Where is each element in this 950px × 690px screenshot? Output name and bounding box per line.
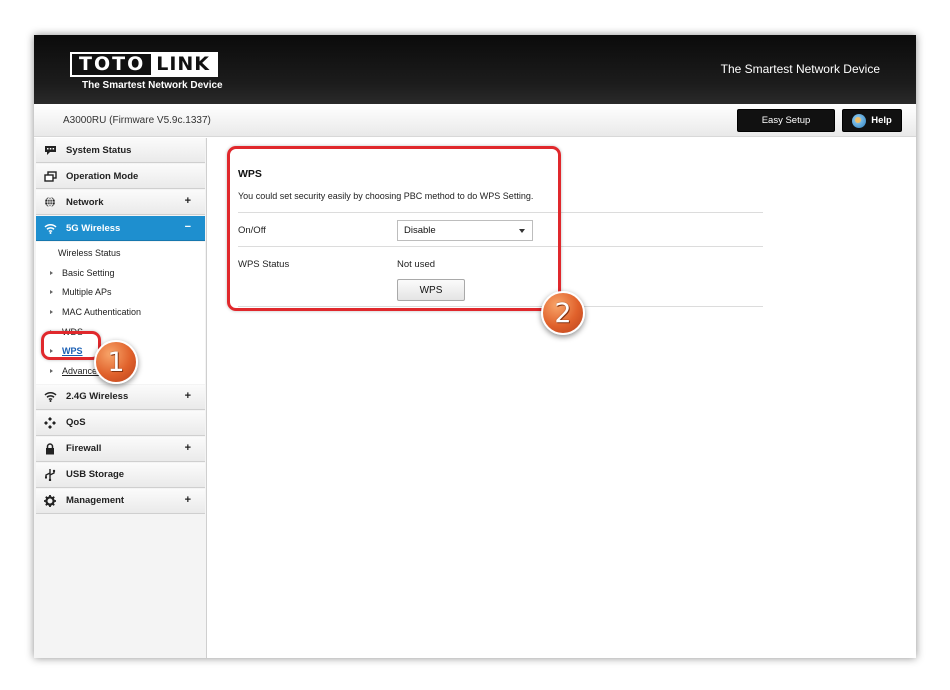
dropdown-arrow-icon	[519, 229, 525, 233]
header-slogan: The Smartest Network Device	[720, 62, 880, 76]
onoff-label: On/Off	[238, 225, 266, 236]
sidebar-item-qos[interactable]: QoS	[36, 410, 205, 436]
lock-icon	[43, 443, 57, 455]
submenu-item-label: Wireless Status	[58, 247, 121, 258]
step-badge-1: 1	[94, 340, 138, 384]
main-content: WPS You could set security easily by cho…	[208, 138, 916, 658]
sidebar-item-label: Management	[66, 495, 125, 507]
logo-tagline: The Smartest Network Device	[82, 80, 223, 91]
logo-text-left: TOTO	[79, 53, 146, 75]
sidebar-item-label: USB Storage	[66, 469, 125, 481]
step-badge-2: 2	[541, 291, 585, 335]
globe-icon	[43, 196, 57, 208]
wifi-icon	[43, 391, 57, 403]
divider	[238, 246, 763, 247]
sidebar-item-usb-storage[interactable]: USB Storage	[36, 462, 205, 488]
submenu-item-wds[interactable]: WDS	[36, 322, 205, 342]
bullet-arrow-icon	[50, 290, 53, 295]
page-description: You could set security easily by choosin…	[238, 191, 534, 201]
bullet-arrow-icon	[50, 369, 53, 374]
totolink-logo: TOTO LINK The Smartest Network Device	[70, 52, 223, 91]
easy-setup-button[interactable]: Easy Setup	[737, 109, 835, 132]
submenu-item-label: WDS	[62, 326, 83, 337]
submenu-item-mac-authentication[interactable]: MAC Authentication	[36, 302, 205, 322]
gear-icon	[43, 494, 57, 507]
wps-status-label: WPS Status	[238, 259, 290, 270]
wps-button[interactable]: WPS	[397, 279, 465, 301]
help-button[interactable]: Help	[842, 109, 902, 132]
sidebar-item-management[interactable]: Management +	[36, 488, 205, 514]
info-bar: A3000RU (Firmware V5.9c.1337) Easy Setup…	[34, 104, 916, 137]
sidebar-item-label: QoS	[66, 417, 86, 429]
sidebar-item-label: Operation Mode	[66, 170, 139, 182]
submenu-item-basic-setting[interactable]: Basic Setting	[36, 263, 205, 283]
qos-icon	[43, 416, 57, 429]
submenu-item-label: Basic Setting	[62, 267, 115, 278]
sidebar-item-2-4g-wireless[interactable]: 2.4G Wireless +	[36, 384, 205, 410]
windows-icon	[43, 170, 57, 182]
bullet-arrow-icon	[50, 270, 53, 275]
help-button-label: Help	[871, 115, 892, 126]
help-icon	[852, 113, 867, 128]
collapse-icon: −	[184, 221, 191, 233]
sidebar-item-5g-wireless[interactable]: 5G Wireless −	[36, 216, 205, 241]
sidebar-item-network[interactable]: Network +	[36, 190, 205, 215]
wps-status-value: Not used	[397, 259, 436, 270]
submenu-item-multiple-aps[interactable]: Multiple APs	[36, 282, 205, 302]
submenu-item-label: MAC Authentication	[62, 306, 142, 317]
sidebar-item-label: System Status	[66, 144, 132, 156]
firmware-label: A3000RU (Firmware V5.9c.1337)	[63, 115, 211, 126]
divider	[238, 306, 763, 307]
expand-icon: +	[184, 389, 191, 402]
submenu-item-label: Multiple APs	[62, 287, 112, 298]
submenu-item-wireless-status[interactable]: Wireless Status	[36, 243, 205, 263]
expand-icon: +	[184, 441, 191, 454]
sidebar-item-label: Network	[66, 196, 104, 208]
logo-text-right: LINK	[151, 54, 216, 75]
sidebar-item-label: Firewall	[66, 443, 102, 455]
router-admin-window: TOTO LINK The Smartest Network Device Th…	[34, 35, 916, 658]
sidebar-item-label: 5G Wireless	[66, 222, 121, 234]
bullet-arrow-icon	[50, 329, 53, 334]
submenu-item-label: WPS	[62, 346, 83, 357]
sidebar-item-system-status[interactable]: System Status	[36, 138, 205, 163]
wps-onoff-select[interactable]: Disable	[397, 220, 533, 241]
expand-icon: +	[184, 493, 191, 506]
page-title: WPS	[238, 168, 262, 180]
bullet-arrow-icon	[50, 310, 53, 315]
sidebar-item-operation-mode[interactable]: Operation Mode	[36, 164, 205, 189]
logo-wordmark: TOTO LINK	[70, 52, 218, 77]
sidebar-menu: System Status Operation Mode Network + 5…	[34, 138, 207, 658]
top-banner: TOTO LINK The Smartest Network Device Th…	[34, 35, 916, 104]
usb-icon	[43, 468, 57, 481]
sidebar-item-label: 2.4G Wireless	[66, 391, 129, 403]
bullet-arrow-icon	[50, 349, 53, 354]
chat-icon	[43, 144, 57, 156]
select-value: Disable	[404, 225, 436, 236]
wifi-icon	[43, 222, 57, 234]
divider	[238, 212, 763, 213]
sidebar-item-firewall[interactable]: Firewall +	[36, 436, 205, 462]
expand-icon: +	[184, 195, 191, 207]
